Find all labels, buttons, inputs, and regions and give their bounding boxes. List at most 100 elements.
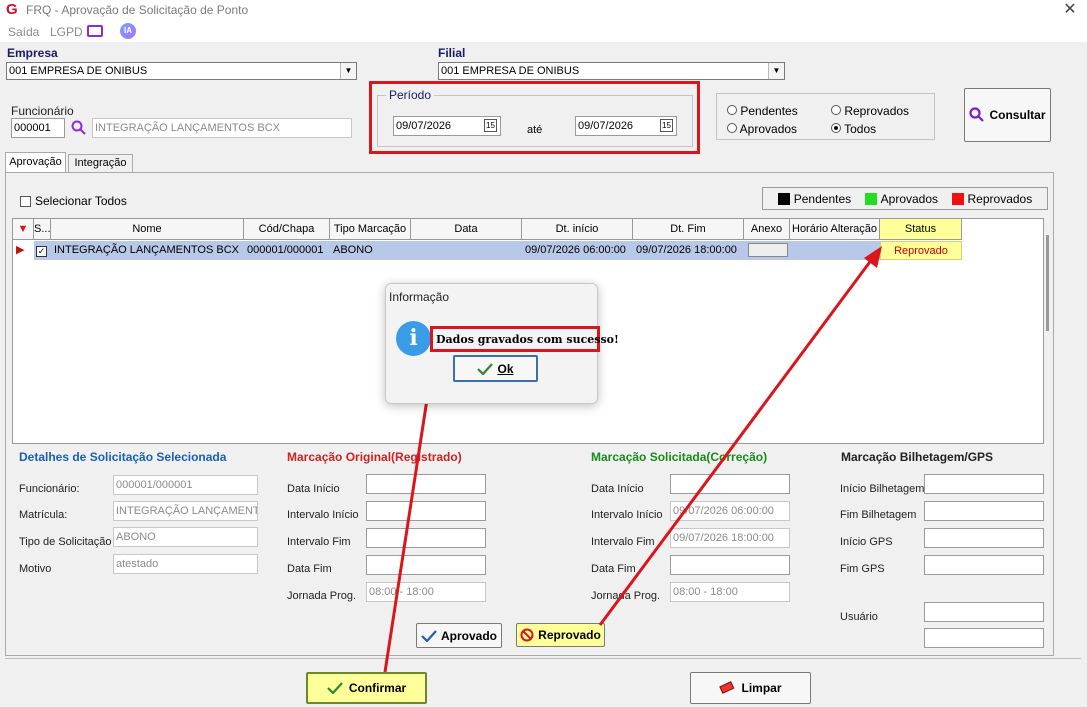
- eraser-icon: [719, 681, 735, 694]
- cell-tipo: ABONO: [330, 241, 411, 260]
- original-label-0: Data Início: [287, 483, 340, 495]
- limpar-label: Limpar: [741, 681, 782, 695]
- col-header-dt-inicio[interactable]: Dt. início: [522, 219, 633, 240]
- search-icon[interactable]: [71, 120, 87, 136]
- filter-reprovados[interactable]: Reprovados: [831, 104, 909, 118]
- menu-item-saida[interactable]: Saída: [8, 25, 39, 39]
- col-header-select[interactable]: S...: [34, 219, 51, 240]
- detalhes-tipo-field: ABONO: [113, 527, 258, 547]
- anexo-button[interactable]: [748, 243, 788, 257]
- radio-icon: [727, 123, 737, 133]
- close-icon[interactable]: ✕: [1060, 0, 1080, 20]
- bilhetagem-label-4: Usuário: [840, 611, 878, 623]
- aprovado-label: Aprovado: [440, 628, 497, 643]
- detalhes-matricula-label: Matrícula:: [19, 509, 68, 521]
- row-checkbox[interactable]: ✓: [34, 241, 51, 260]
- calendar-icon[interactable]: 15: [660, 119, 673, 132]
- status-legend: Pendentes Aprovados Reprovados: [762, 187, 1048, 210]
- reprovado-button[interactable]: Reprovado: [516, 623, 605, 647]
- usuario-field[interactable]: [924, 602, 1044, 622]
- dialog-title: Informação: [389, 290, 450, 304]
- col-header-data[interactable]: Data: [411, 219, 522, 240]
- fim-gps-field[interactable]: [924, 555, 1044, 575]
- original-label-2: Intervalo Fim: [287, 536, 351, 548]
- selecionar-todos-checkbox[interactable]: Selecionar Todos: [20, 194, 127, 208]
- periodo-to-input[interactable]: 09/07/2026 15: [575, 116, 677, 136]
- solicitada-label-0: Data Início: [591, 483, 644, 495]
- checkbox-icon: [20, 195, 31, 207]
- cell-anexo[interactable]: [744, 241, 790, 260]
- vertical-scrollbar[interactable]: [1046, 235, 1049, 331]
- original-field-1[interactable]: [366, 501, 486, 521]
- menu-item-lgpd[interactable]: LGPD: [50, 25, 83, 39]
- bilhetagem-label-1: Fim Bilhetagem: [840, 509, 917, 521]
- ok-button[interactable]: Ok: [453, 355, 538, 382]
- col-header-nome[interactable]: Nome: [51, 219, 244, 240]
- solicitada-label-4: Jornada Prog.: [591, 590, 661, 602]
- calendar-icon[interactable]: 15: [484, 119, 497, 132]
- periodo-label: Período: [386, 88, 435, 102]
- original-title: Marcação Original(Registrado): [287, 450, 462, 464]
- original-field-0[interactable]: [366, 474, 486, 494]
- filter-pendentes-label: Pendentes: [740, 104, 798, 118]
- col-header-cod[interactable]: Cód/Chapa: [244, 219, 330, 240]
- solicitada-field-0[interactable]: [670, 474, 790, 494]
- original-field-2[interactable]: [366, 528, 486, 548]
- col-header-dt-fim[interactable]: Dt. Fim: [633, 219, 744, 240]
- detalhes-funcionario-field: 000001/000001: [113, 475, 258, 495]
- row-pointer-icon: ▶: [13, 241, 34, 260]
- original-label-3: Data Fim: [287, 563, 332, 575]
- reprovado-label: Reprovado: [538, 628, 601, 642]
- tab-integracao[interactable]: Integração: [68, 154, 133, 172]
- usuario-name-field[interactable]: [924, 628, 1044, 648]
- periodo-sep: até: [527, 124, 543, 136]
- cell-status: Reprovado: [880, 241, 962, 260]
- consultar-button[interactable]: Consultar: [964, 88, 1051, 142]
- monitor-icon[interactable]: [87, 25, 103, 37]
- check-icon: [421, 629, 437, 642]
- funcionario-code-input[interactable]: 000001: [11, 118, 65, 138]
- periodo-from-input[interactable]: 09/07/2026 15: [393, 116, 501, 136]
- cell-dt-fim: 09/07/2026 18:00:00: [633, 241, 744, 260]
- solicitada-field-2: 09/07/2026 18:00:00: [670, 528, 790, 548]
- inicio-bilhetagem-field[interactable]: [924, 474, 1044, 494]
- filter-aprovados-label: Aprovados: [739, 122, 798, 136]
- empresa-value: 001 EMPRESA DE ONIBUS: [9, 65, 148, 77]
- legend-pendentes-label: Pendentes: [793, 191, 852, 206]
- original-field-4: 08:00 - 18:00: [366, 582, 486, 602]
- filter-aprovados[interactable]: Aprovados: [727, 122, 797, 136]
- col-header-horario[interactable]: Horário Alteração: [790, 219, 880, 240]
- chevron-down-icon[interactable]: ▼: [768, 63, 784, 79]
- filter-reprovados-label: Reprovados: [844, 104, 910, 118]
- filial-label: Filial: [438, 46, 466, 60]
- info-icon: i: [396, 321, 431, 356]
- bilhetagem-title: Marcação Bilhetagem/GPS: [841, 450, 994, 464]
- filter-pendentes[interactable]: Pendentes: [727, 104, 798, 118]
- table-row[interactable]: ▶ ✓ INTEGRAÇÃO LANÇAMENTOS BCX 000001/00…: [13, 241, 962, 260]
- limpar-button[interactable]: Limpar: [690, 672, 811, 704]
- ia-icon[interactable]: IA: [120, 23, 136, 39]
- chevron-down-icon[interactable]: ▼: [340, 63, 356, 79]
- aprovado-button[interactable]: Aprovado: [416, 623, 502, 648]
- confirmar-button[interactable]: Confirmar: [306, 672, 427, 704]
- col-header-status[interactable]: Status: [880, 219, 962, 240]
- legend-aprovados: Aprovados: [864, 192, 938, 206]
- legend-reprovados: Reprovados: [951, 192, 1032, 206]
- inicio-gps-field[interactable]: [924, 528, 1044, 548]
- dialog-message: Dados gravados com sucesso!: [436, 333, 619, 346]
- col-header-anexo[interactable]: Anexo: [744, 219, 790, 240]
- col-header-tipo[interactable]: Tipo Marcação: [330, 219, 411, 240]
- empresa-select[interactable]: 001 EMPRESA DE ONIBUS ▼: [6, 62, 357, 80]
- solicitada-field-3[interactable]: [670, 555, 790, 575]
- bilhetagem-label-2: Início GPS: [840, 536, 893, 548]
- bilhetagem-label-0: Início Bilhetagem: [840, 483, 925, 495]
- check-icon: [327, 682, 343, 694]
- filter-todos[interactable]: Todos: [831, 122, 876, 136]
- tab-aprovacao[interactable]: Aprovação: [5, 152, 66, 172]
- filial-select[interactable]: 001 EMPRESA DE ONIBUS ▼: [438, 62, 785, 80]
- legend-aprovados-swatch: [864, 192, 877, 205]
- bilhetagem-label-3: Fim GPS: [840, 563, 885, 575]
- fim-bilhetagem-field[interactable]: [924, 501, 1044, 521]
- selecionar-todos-label: Selecionar Todos: [35, 194, 127, 208]
- original-field-3[interactable]: [366, 555, 486, 575]
